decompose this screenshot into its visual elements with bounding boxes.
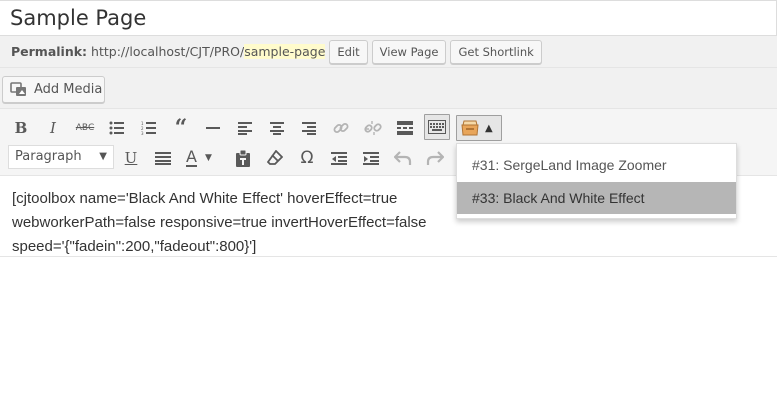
numbered-list-icon[interactable]: 123 bbox=[136, 115, 162, 141]
add-media-label: Add Media bbox=[34, 82, 103, 97]
toolbar-toggle-icon[interactable] bbox=[424, 114, 450, 140]
content-line: speed='{"fadein":200,"fadeout":800}'] bbox=[12, 238, 257, 255]
strikethrough-icon[interactable]: ABC bbox=[72, 115, 98, 141]
edit-permalink-button[interactable]: Edit bbox=[329, 39, 368, 64]
menu-item-black-white-effect[interactable]: #33: Black And White Effect bbox=[457, 182, 736, 214]
bullet-list-icon[interactable] bbox=[104, 115, 130, 141]
permalink-slug[interactable]: sample-page bbox=[244, 44, 326, 59]
svg-text:3: 3 bbox=[141, 131, 144, 135]
text-color-icon: A bbox=[186, 147, 197, 167]
indent-icon[interactable] bbox=[358, 145, 384, 171]
permalink-label: Permalink: bbox=[11, 44, 88, 59]
menu-item-image-zoomer[interactable]: #31: SergeLand Image Zoomer bbox=[457, 149, 736, 181]
italic-icon[interactable]: I bbox=[40, 115, 66, 141]
media-bar: Add Media bbox=[0, 68, 777, 108]
media-icon bbox=[10, 81, 26, 96]
justify-icon[interactable] bbox=[150, 145, 176, 171]
chevron-down-icon: ▼ bbox=[99, 151, 107, 162]
format-select-value: Paragraph bbox=[15, 149, 82, 164]
read-more-icon[interactable] bbox=[392, 115, 418, 141]
text-color-button[interactable]: A ▼ bbox=[182, 145, 222, 171]
horizontal-rule-icon[interactable] bbox=[200, 115, 226, 141]
align-left-icon[interactable] bbox=[232, 115, 258, 141]
cjtoolbox-menu: #31: SergeLand Image Zoomer #33: Black A… bbox=[456, 143, 737, 219]
format-select[interactable]: Paragraph ▼ bbox=[8, 145, 114, 169]
special-character-icon[interactable]: Ω bbox=[294, 145, 320, 171]
redo-icon[interactable] bbox=[422, 145, 448, 171]
cjtoolbox-icon bbox=[461, 120, 479, 136]
view-page-button[interactable]: View Page bbox=[371, 39, 447, 64]
post-title-input[interactable]: Sample Page bbox=[0, 0, 777, 36]
outdent-icon[interactable] bbox=[326, 145, 352, 171]
permalink-base-url[interactable]: http://localhost/CJT/PRO/ bbox=[91, 44, 244, 59]
chevron-down-icon: ▼ bbox=[204, 153, 212, 163]
dropdown-arrow-icon: ▲ bbox=[485, 122, 493, 134]
link-icon[interactable] bbox=[328, 115, 354, 141]
add-media-button[interactable]: Add Media bbox=[2, 76, 105, 103]
unlink-icon[interactable] bbox=[360, 115, 386, 141]
permalink-bar: Permalink: http://localhost/CJT/PRO/samp… bbox=[0, 36, 777, 68]
cjtoolbox-dropdown-button[interactable]: ▲ bbox=[456, 115, 502, 141]
underline-icon[interactable]: U bbox=[118, 145, 144, 171]
align-right-icon[interactable] bbox=[296, 115, 322, 141]
get-shortlink-button[interactable]: Get Shortlink bbox=[450, 39, 542, 64]
undo-icon[interactable] bbox=[390, 145, 416, 171]
clear-formatting-icon[interactable] bbox=[262, 145, 288, 171]
align-center-icon[interactable] bbox=[264, 115, 290, 141]
blockquote-icon[interactable]: “ bbox=[168, 115, 194, 141]
paste-text-icon[interactable] bbox=[230, 145, 256, 171]
bold-icon[interactable]: B bbox=[8, 115, 34, 141]
